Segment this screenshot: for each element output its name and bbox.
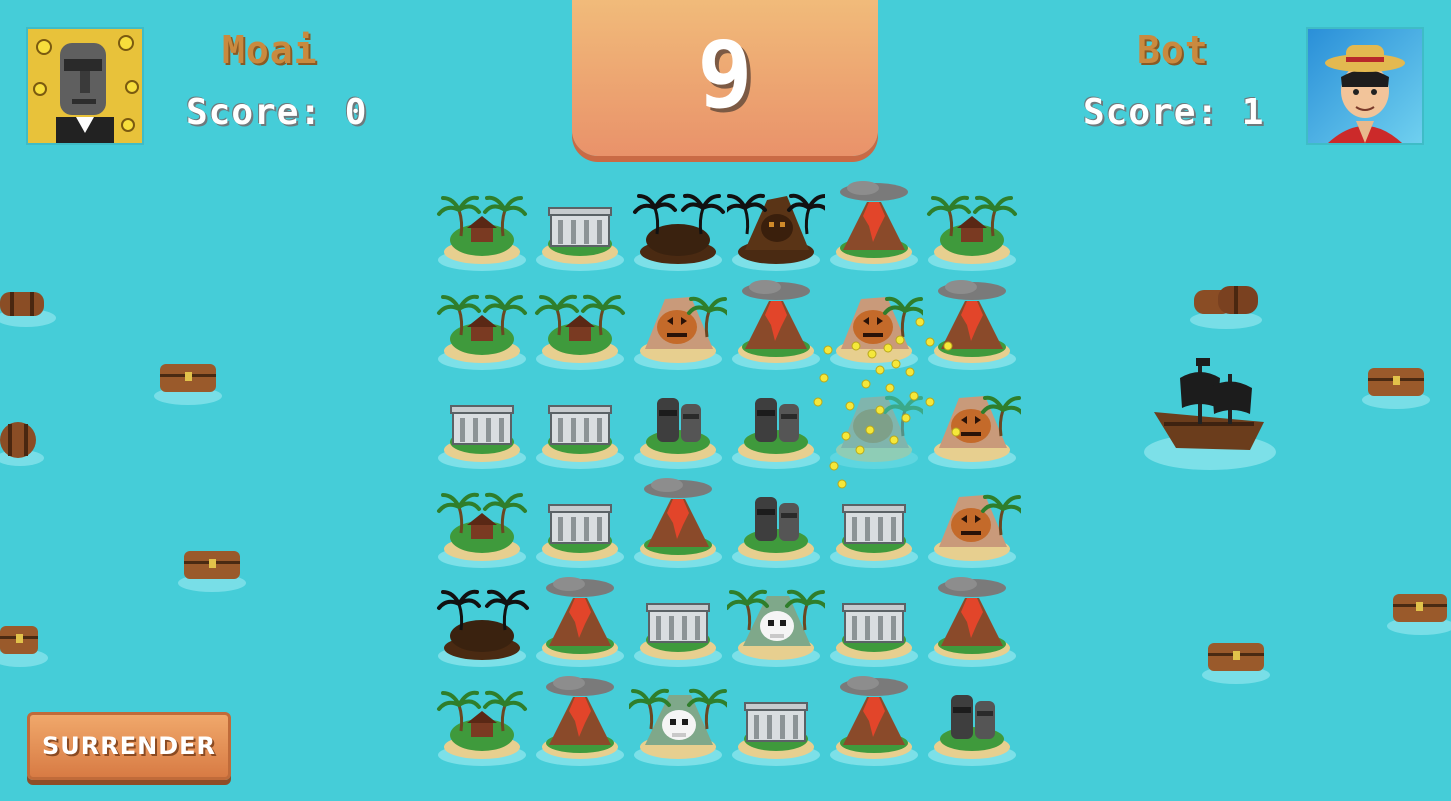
moai-island-tile[interactable] [629, 376, 727, 475]
island-icon [536, 676, 624, 766]
player-score: Score: 0 [186, 92, 368, 133]
barrel-icon [0, 292, 56, 327]
island-icon [928, 494, 1021, 568]
island-icon [732, 497, 820, 568]
volcano-island-tile[interactable] [923, 277, 1021, 376]
island-icon [727, 193, 825, 271]
surrender-button[interactable]: SURRENDER [27, 712, 231, 780]
treasure-chest-icon [1362, 368, 1430, 409]
player-avatar [28, 29, 142, 143]
island-icon [927, 195, 1017, 271]
treasure-chest-icon [1387, 594, 1451, 635]
timer-value: 9 [697, 21, 753, 129]
island-icon [732, 702, 820, 766]
island-icon [830, 181, 918, 271]
volcano-island-tile[interactable] [923, 574, 1021, 673]
island-icon [928, 395, 1021, 469]
palm-hut-island-tile[interactable] [433, 277, 531, 376]
island-icon [437, 195, 527, 271]
island-icon [536, 405, 624, 469]
opponent-score: Score: 1 [1083, 92, 1265, 133]
game-board [433, 178, 1021, 772]
island-icon [634, 603, 722, 667]
skull-island-tile[interactable] [629, 673, 727, 772]
turn-timer-panel: 9 [572, 0, 878, 156]
island-icon [727, 589, 825, 667]
dark-palm-island-tile[interactable] [433, 574, 531, 673]
volcano-island-tile[interactable] [531, 673, 629, 772]
ruins-island-tile[interactable] [825, 574, 923, 673]
opponent-avatar [1308, 29, 1422, 143]
pumpkin-island-tile[interactable] [825, 277, 923, 376]
island-icon [634, 478, 722, 568]
island-icon [830, 504, 918, 568]
island-icon [634, 296, 727, 370]
ruins-island-tile[interactable] [629, 574, 727, 673]
moai-island-tile[interactable] [923, 673, 1021, 772]
island-icon [732, 398, 820, 469]
dark-skull-island-tile[interactable] [727, 178, 825, 277]
island-icon [536, 577, 624, 667]
island-icon [536, 504, 624, 568]
island-icon [437, 589, 529, 667]
island-icon [830, 395, 923, 469]
pirate-ship-icon [1144, 358, 1276, 470]
palm-hut-island-tile[interactable] [433, 475, 531, 574]
island-icon [830, 296, 923, 370]
moai-island-tile[interactable] [727, 376, 825, 475]
treasure-chest-icon [178, 551, 246, 592]
ruins-island-tile[interactable] [727, 673, 825, 772]
ruins-island-tile[interactable] [531, 178, 629, 277]
island-icon [629, 688, 727, 766]
ruins-island-tile[interactable] [433, 376, 531, 475]
island-icon [535, 294, 625, 370]
treasure-chest-icon [1202, 643, 1270, 684]
pumpkin-island-tile[interactable] [923, 475, 1021, 574]
volcano-island-tile[interactable] [531, 574, 629, 673]
ruins-island-tile[interactable] [531, 376, 629, 475]
pumpkin-island-tile[interactable] [629, 277, 727, 376]
palm-hut-island-tile[interactable] [923, 178, 1021, 277]
island-icon [928, 695, 1016, 766]
player-name: Moai [222, 28, 318, 72]
palm-hut-island-tile[interactable] [433, 178, 531, 277]
island-icon [437, 690, 527, 766]
barrel-icon [1190, 286, 1262, 329]
island-icon [437, 492, 527, 568]
skull-island-tile[interactable] [727, 574, 825, 673]
palm-hut-island-tile[interactable] [433, 673, 531, 772]
island-icon [830, 676, 918, 766]
ruins-island-tile[interactable] [825, 475, 923, 574]
moai-island-tile[interactable] [727, 475, 825, 574]
volcano-island-tile[interactable] [727, 277, 825, 376]
treasure-chest-icon [154, 364, 222, 405]
island-icon [928, 280, 1016, 370]
island-icon [634, 398, 722, 469]
volcano-island-tile[interactable] [825, 673, 923, 772]
pumpkin-island-tile[interactable] [923, 376, 1021, 475]
island-icon [438, 405, 526, 469]
opponent-name: Bot [1137, 28, 1209, 72]
island-icon [928, 577, 1016, 667]
volcano-island-tile[interactable] [629, 475, 727, 574]
island-icon [732, 280, 820, 370]
dark-palm-island-tile[interactable] [629, 178, 727, 277]
palm-hut-island-tile[interactable] [531, 277, 629, 376]
island-icon [633, 193, 725, 271]
island-icon [536, 207, 624, 271]
volcano-island-tile[interactable] [825, 178, 923, 277]
barrel-icon [0, 422, 44, 466]
ruins-island-tile[interactable] [531, 475, 629, 574]
island-icon [437, 294, 527, 370]
treasure-chest-icon [0, 626, 48, 667]
island-icon [830, 603, 918, 667]
pumpkin-island-tile[interactable] [825, 376, 923, 475]
